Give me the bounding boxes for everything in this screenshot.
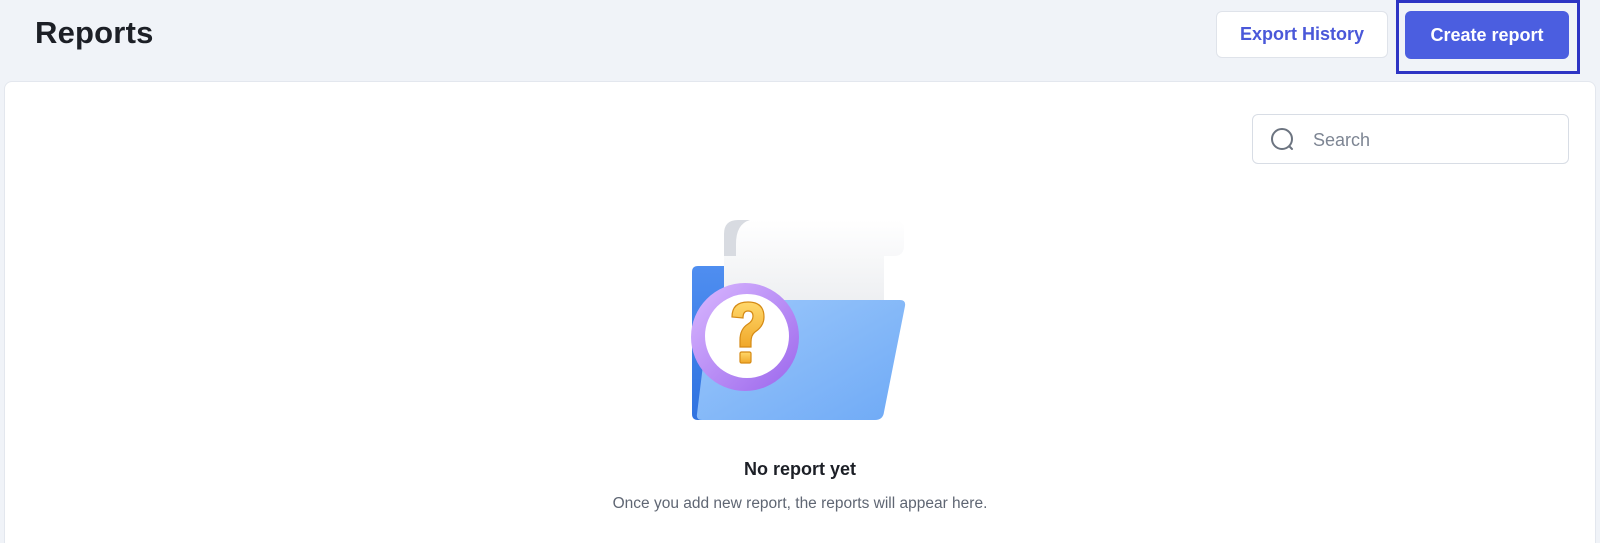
page-header: Reports Export History Create report bbox=[0, 0, 1600, 82]
search-input[interactable] bbox=[1311, 123, 1555, 157]
empty-state-description: Once you add new report, the reports wil… bbox=[612, 495, 988, 512]
export-history-button[interactable]: Export History bbox=[1216, 11, 1388, 58]
page-title: Reports bbox=[35, 15, 154, 50]
reports-page: Reports Export History Create report Sea… bbox=[0, 0, 1600, 543]
empty-state-title: No report yet bbox=[743, 459, 857, 479]
folder-question-icon bbox=[691, 220, 906, 420]
search-icon bbox=[1271, 128, 1293, 150]
create-report-button[interactable]: Create report bbox=[1405, 11, 1569, 59]
search-box[interactable] bbox=[1252, 114, 1569, 164]
